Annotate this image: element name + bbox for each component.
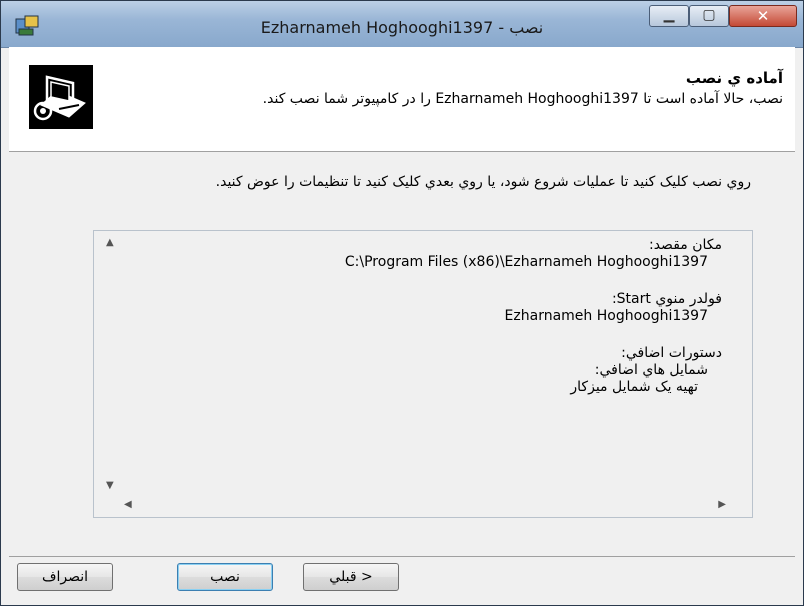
page-subtitle: نصب، حالا آماده است تا Ezharnameh Hoghoo… (262, 91, 783, 107)
ready-memo[interactable]: مكان مقصد: C:\Program Files (x86)\Ezharn… (93, 230, 753, 518)
scroll-left-icon[interactable]: ◀ (124, 499, 132, 510)
install-button[interactable]: نصب (177, 563, 273, 591)
dest-label: مكان مقصد: (648, 237, 722, 253)
scroll-up-icon[interactable]: ▲ (106, 237, 114, 248)
close-icon: ✕ (756, 7, 770, 25)
wizard-header: آماده ي نصب نصب، حالا آماده است تا Ezhar… (9, 47, 795, 152)
title-bar[interactable]: Ezharnameh Hoghooghi1397 - نصب ▁ ▢ ✕ (1, 1, 803, 48)
back-button[interactable]: < قبلي (303, 563, 399, 591)
installer-window: Ezharnameh Hoghooghi1397 - نصب ▁ ▢ ✕ آما… (0, 0, 804, 606)
start-menu-label: فولدر منوي Start: (611, 291, 722, 307)
close-button[interactable]: ✕ (729, 5, 797, 27)
vertical-scrollbar[interactable]: ▲ ▼ (102, 231, 122, 495)
maximize-icon: ▢ (702, 7, 716, 23)
instruction-text: روي نصب كليک كنيد تا عمليات شروع شود، يا… (215, 174, 751, 190)
tasks-group: شمايل هاي اضافي: (594, 362, 708, 378)
start-menu-value: Ezharnameh Hoghooghi1397 (504, 308, 708, 324)
minimize-icon: ▁ (663, 7, 675, 23)
install-wizard-icon (29, 65, 93, 129)
wizard-body: روي نصب كليک كنيد تا عمليات شروع شود، يا… (9, 152, 795, 520)
cancel-button[interactable]: انصراف (17, 563, 113, 591)
scroll-right-icon[interactable]: ▶ (718, 499, 726, 510)
maximize-button[interactable]: ▢ (689, 5, 729, 27)
tasks-label: دستورات اضافي: (621, 345, 722, 361)
scroll-down-icon[interactable]: ▼ (106, 480, 114, 491)
memo-content: مكان مقصد: C:\Program Files (x86)\Ezharn… (94, 231, 730, 495)
horizontal-scrollbar[interactable]: ◀ ▶ (116, 495, 730, 517)
dest-value: C:\Program Files (x86)\Ezharnameh Hoghoo… (344, 254, 708, 270)
tasks-item: تهيه يک شمايل ميزكار (570, 379, 698, 395)
minimize-button[interactable]: ▁ (649, 5, 689, 27)
footer-divider (9, 556, 795, 557)
page-title: آماده ي نصب (685, 69, 783, 87)
